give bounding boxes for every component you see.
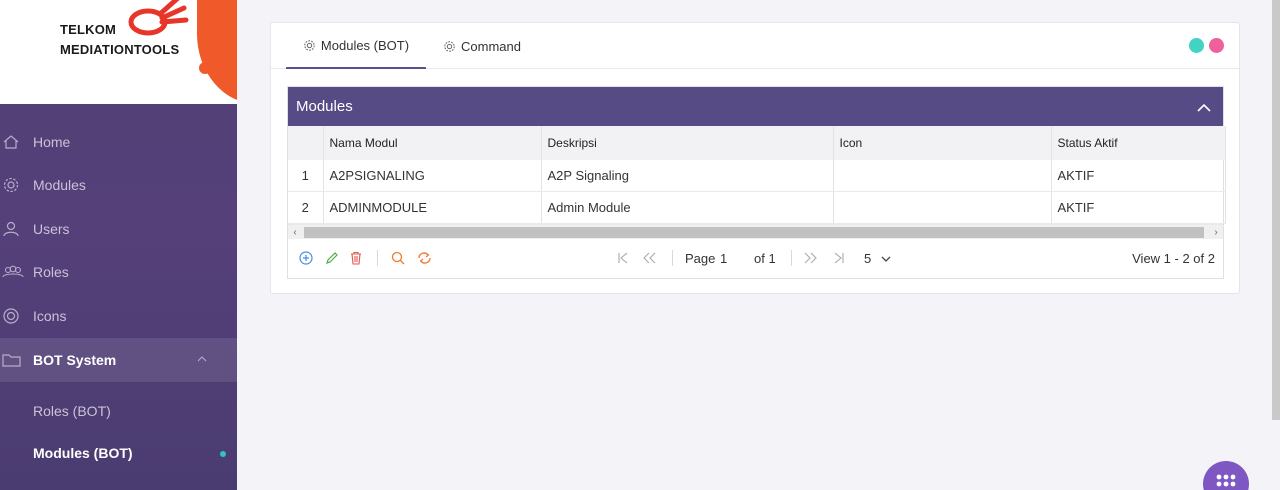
teal-dot[interactable] — [1189, 38, 1204, 53]
window-dots — [1189, 38, 1224, 53]
add-record-icon[interactable] — [299, 250, 313, 265]
sidebar: TELKOM MEDIATIONTOOLS Home Modules Users — [0, 0, 237, 490]
group-icon — [2, 262, 32, 282]
column-header-rownum — [288, 126, 324, 160]
scrollbar-thumb[interactable] — [304, 226, 1204, 238]
cell-status-aktif: AKTIF — [1051, 191, 1226, 224]
pink-dot[interactable] — [1209, 38, 1224, 53]
user-icon — [2, 219, 32, 239]
modules-grid-panel: Modules Nama Modul Deskripsi Icon Status… — [287, 86, 1226, 279]
folder-icon — [2, 350, 32, 370]
scroll-left-arrow-icon[interactable]: ‹ — [288, 225, 302, 240]
collapse-chevron-icon[interactable] — [1197, 99, 1211, 116]
column-header-status-aktif[interactable]: Status Aktif — [1051, 126, 1226, 160]
brand-name: TELKOM MEDIATIONTOOLS — [60, 20, 179, 60]
refresh-icon[interactable] — [417, 251, 432, 265]
gear-icon — [2, 175, 32, 195]
brand-line-1: TELKOM — [60, 22, 117, 37]
gear-icon — [444, 40, 455, 52]
panel-header: Modules — [288, 87, 1223, 126]
sidebar-item-label: Users — [33, 220, 70, 237]
sidebar-item-roles[interactable]: Roles — [0, 251, 237, 295]
row-number: 1 — [288, 160, 324, 192]
search-icon[interactable] — [391, 251, 405, 265]
column-header-deskripsi[interactable]: Deskripsi — [541, 126, 834, 160]
home-icon — [2, 132, 32, 152]
logo-area: TELKOM MEDIATIONTOOLS — [0, 0, 237, 104]
tab-label: Modules (BOT) — [320, 37, 410, 53]
sidebar-item-label: Icons — [33, 307, 67, 324]
scroll-right-arrow-icon[interactable]: › — [1209, 225, 1223, 240]
view-records-text: View 1 - 2 of 2 — [1132, 250, 1215, 266]
previous-page-icon[interactable] — [642, 252, 656, 264]
cell-deskripsi: A2P Signaling — [541, 160, 834, 192]
table-row[interactable]: 1 A2PSIGNALING A2P Signaling AKTIF — [288, 160, 1226, 192]
delete-record-icon[interactable] — [349, 251, 363, 265]
pager-separator — [791, 249, 792, 266]
grid-pager: Page 1 of 1 5 View 1 - 2 of 2 — [288, 239, 1223, 277]
edit-record-icon[interactable] — [325, 251, 339, 265]
cell-icon — [833, 160, 1052, 192]
column-header-nama-modul[interactable]: Nama Modul — [323, 126, 542, 160]
logo-decoration — [197, 0, 237, 104]
target-icon — [2, 306, 32, 326]
sidebar-nav: Home Modules Users Roles Icons BOT Syste… — [0, 120, 237, 474]
sidebar-subitem-label: Roles (BOT) — [33, 402, 111, 419]
logo-dot — [199, 62, 211, 74]
active-indicator-dot — [220, 450, 226, 457]
modules-table: Nama Modul Deskripsi Icon Status Aktif 1… — [288, 126, 1226, 224]
chevron-down-icon — [881, 256, 891, 262]
sidebar-item-home[interactable]: Home — [0, 120, 237, 164]
panel-title: Modules — [296, 98, 353, 115]
chevron-up-icon — [197, 354, 207, 365]
page-scrollbar[interactable] — [1272, 0, 1280, 420]
tab-bar: Modules (BOT) Command — [271, 23, 1239, 69]
sidebar-item-users[interactable]: Users — [0, 207, 237, 251]
last-page-icon[interactable] — [833, 252, 845, 264]
rows-per-page-select[interactable]: 5 — [864, 251, 891, 266]
grid-icon — [1216, 474, 1236, 487]
row-number: 2 — [288, 191, 324, 224]
table-header-row: Nama Modul Deskripsi Icon Status Aktif — [288, 126, 1226, 160]
tab-command[interactable]: Command — [443, 23, 521, 69]
sidebar-item-modules[interactable]: Modules — [0, 164, 237, 208]
sidebar-subitem-roles-bot[interactable]: Roles (BOT) — [0, 390, 237, 432]
tab-label: Command — [461, 38, 521, 54]
cell-status-aktif: AKTIF — [1051, 160, 1226, 192]
sidebar-subitem-label: Modules (BOT) — [33, 444, 133, 461]
first-page-icon[interactable] — [617, 252, 629, 264]
sidebar-item-label: Roles — [33, 264, 69, 281]
sidebar-subitem-modules-bot[interactable]: Modules (BOT) — [0, 432, 237, 474]
brand-line-2: MEDIATIONTOOLS — [60, 42, 180, 57]
cell-nama-modul: A2PSIGNALING — [323, 160, 542, 192]
page-total-label: of 1 — [754, 250, 776, 266]
pager-separator — [377, 249, 378, 266]
rows-per-page-value: 5 — [864, 250, 872, 266]
content-card: Modules (BOT) Command Modules Nama Modul… — [270, 22, 1240, 294]
cell-nama-modul: ADMINMODULE — [323, 191, 542, 224]
column-header-icon[interactable]: Icon — [833, 126, 1052, 160]
sidebar-item-label: Home — [33, 133, 71, 150]
page-number-input[interactable]: 1 — [720, 251, 727, 266]
sidebar-item-label: Modules — [33, 177, 86, 194]
tab-modules-bot[interactable]: Modules (BOT) — [286, 23, 426, 69]
pager-separator — [672, 249, 673, 266]
horizontal-scrollbar[interactable]: ‹ › — [288, 223, 1223, 240]
sidebar-item-bot-system[interactable]: BOT System — [0, 337, 237, 382]
gear-icon — [304, 39, 315, 51]
sidebar-item-label: BOT System — [33, 351, 117, 368]
next-page-icon[interactable] — [804, 252, 818, 264]
cell-icon — [833, 191, 1052, 224]
page-label: Page — [685, 250, 716, 266]
cell-deskripsi: Admin Module — [541, 191, 834, 224]
table-row[interactable]: 2 ADMINMODULE Admin Module AKTIF — [288, 191, 1226, 224]
sidebar-item-icons[interactable]: Icons — [0, 294, 237, 338]
apps-menu-button[interactable] — [1203, 461, 1249, 490]
